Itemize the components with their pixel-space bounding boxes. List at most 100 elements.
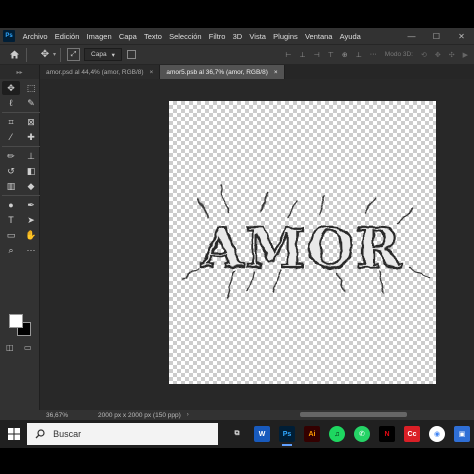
panel-grip[interactable]: ▸▸ bbox=[0, 65, 39, 79]
crop-tool-icon[interactable]: ⌗ bbox=[2, 115, 20, 129]
menu-plugins[interactable]: Plugins bbox=[270, 32, 302, 41]
align-middle-icon[interactable]: ⊕ bbox=[342, 51, 348, 59]
netflix-glyph: N bbox=[379, 426, 395, 442]
move-tool-icon[interactable]: ✥ bbox=[2, 81, 20, 95]
document-tabs: amor.psd al 44,4% (amor, RGB/8) × amor5.… bbox=[40, 65, 474, 79]
quick-mask-icon[interactable]: ◫ bbox=[6, 343, 14, 352]
chrome-glyph: ◉ bbox=[429, 426, 445, 442]
menu-archivo[interactable]: Archivo bbox=[19, 32, 51, 41]
eraser-tool-icon[interactable]: ◧ bbox=[22, 164, 40, 178]
align-left-icon[interactable]: ⊢ bbox=[285, 51, 291, 59]
menu-filtro[interactable]: Filtro bbox=[205, 32, 229, 41]
document-canvas[interactable]: AMOR bbox=[169, 101, 436, 384]
align-center-icon[interactable]: ⊥ bbox=[299, 51, 305, 59]
transform-controls-checkbox[interactable] bbox=[126, 50, 136, 59]
photoshop-icon[interactable]: Ps bbox=[275, 422, 299, 446]
auto-select-icon[interactable]: ⤢ bbox=[67, 48, 81, 61]
dodge-tool-icon[interactable]: ● bbox=[2, 198, 20, 212]
align-right-icon[interactable]: ⊣ bbox=[314, 51, 320, 59]
illustrator-icon[interactable]: Ai bbox=[300, 422, 324, 446]
path-select-tool-icon[interactable]: ➤ bbox=[22, 213, 40, 227]
word-icon[interactable]: W bbox=[250, 422, 274, 446]
minimize-button[interactable]: — bbox=[399, 32, 424, 41]
windows-logo-icon bbox=[7, 428, 20, 440]
color-swatches[interactable] bbox=[9, 314, 33, 338]
menu-bar: Ps Archivo Edición Imagen Capa Texto Sel… bbox=[0, 28, 474, 44]
gradient-tool-icon[interactable]: ▥ bbox=[2, 179, 20, 193]
3d-pan-icon: ✥ bbox=[434, 51, 441, 59]
menu-capa[interactable]: Capa bbox=[115, 32, 140, 41]
menu-texto[interactable]: Texto bbox=[140, 32, 165, 41]
tab-amor5-psb[interactable]: amor5.psb al 36,7% (amor, RGB/8) × bbox=[160, 65, 285, 79]
blur-tool-icon[interactable]: ◆ bbox=[22, 179, 40, 193]
whatsapp-icon[interactable]: ✆ bbox=[350, 422, 374, 446]
adobe-cc-glyph: Cc bbox=[404, 426, 420, 442]
stamp-tool-icon[interactable]: ⊥ bbox=[22, 149, 40, 163]
eyedropper-tool-icon[interactable]: ⁄ bbox=[2, 130, 20, 144]
3d-orbit-icon: ⟲ bbox=[420, 51, 427, 59]
screen-mode-icon[interactable]: ▭ bbox=[24, 343, 32, 352]
pen-tool-icon[interactable]: ✒ bbox=[22, 198, 40, 212]
chevron-down-icon[interactable]: ▾ bbox=[53, 51, 56, 58]
auto-select-layer-dropdown[interactable]: Capa ▾ bbox=[84, 48, 122, 61]
spotify-glyph: ♫ bbox=[329, 426, 345, 442]
top-black-band bbox=[0, 0, 474, 28]
chrome-icon[interactable]: ◉ bbox=[425, 422, 449, 446]
tools-panel: ▸▸ ✥ ⬚ ℓ ✎ ⌗ ⊠ ⁄ ✚ ✏ ⊥ ↺ ◧ ▥ ◆ ● ✒ T ➤ ▭ ✋ ⌕ ··· ◫ ▭ bbox=[0, 65, 40, 412]
windows-taskbar: Buscar ⧉ W Ps Ai ♫ ✆ N Cc ◉ ▣ bbox=[0, 420, 474, 448]
zoom-level[interactable]: 36,67% bbox=[46, 412, 90, 419]
tab-amor-psd[interactable]: amor.psd al 44,4% (amor, RGB/8) × bbox=[40, 65, 161, 79]
align-bottom-icon[interactable]: ⊥ bbox=[356, 51, 362, 59]
workspace: AMOR bbox=[40, 79, 474, 412]
divider bbox=[2, 195, 40, 196]
menu-imagen[interactable]: Imagen bbox=[83, 32, 115, 41]
zoom-tool-icon[interactable]: ⌕ bbox=[2, 243, 20, 257]
tab-label: amor5.psb al 36,7% (amor, RGB/8) bbox=[166, 68, 268, 76]
home-icon[interactable] bbox=[6, 47, 22, 63]
task-view-icon[interactable]: ⧉ bbox=[225, 422, 249, 446]
healing-tool-icon[interactable]: ✚ bbox=[22, 130, 40, 144]
horizontal-scrollbar[interactable] bbox=[300, 412, 407, 417]
edit-toolbar-icon[interactable]: ··· bbox=[22, 243, 40, 257]
taskbar-search[interactable]: Buscar bbox=[27, 423, 218, 445]
search-icon bbox=[35, 429, 45, 439]
menu-edicion[interactable]: Edición bbox=[51, 32, 83, 41]
close-icon[interactable]: × bbox=[274, 69, 278, 76]
menu-ventana[interactable]: Ventana bbox=[301, 32, 336, 41]
menu-3d[interactable]: 3D bbox=[229, 32, 246, 41]
menu-seleccion[interactable]: Selección bbox=[165, 32, 205, 41]
close-icon[interactable]: × bbox=[150, 69, 154, 76]
artwork-text: AMOR bbox=[200, 216, 403, 280]
netflix-icon[interactable]: N bbox=[375, 422, 399, 446]
windows-start-button[interactable] bbox=[0, 420, 27, 448]
foreground-color-swatch[interactable] bbox=[9, 314, 23, 328]
shape-tool-icon[interactable]: ▭ bbox=[2, 228, 20, 242]
marquee-tool-icon[interactable]: ⬚ bbox=[22, 81, 40, 95]
frame-tool-icon[interactable]: ⊠ bbox=[22, 115, 40, 129]
amor-artwork: AMOR bbox=[182, 186, 432, 298]
photos-icon[interactable]: ▣ bbox=[450, 422, 474, 446]
hand-tool-icon[interactable]: ✋ bbox=[22, 228, 40, 242]
whatsapp-glyph: ✆ bbox=[354, 426, 370, 442]
spotify-icon[interactable]: ♫ bbox=[325, 422, 349, 446]
history-brush-tool-icon[interactable]: ↺ bbox=[2, 164, 20, 178]
video-icon: ▶ bbox=[462, 51, 468, 59]
menu-ayuda[interactable]: Ayuda bbox=[336, 32, 364, 41]
bottom-black-band bbox=[0, 448, 474, 474]
quick-select-tool-icon[interactable]: ✎ bbox=[22, 96, 40, 110]
align-top-icon[interactable]: ⊤ bbox=[328, 51, 334, 59]
options-bar: ✥ ▾ ⤢ Capa ▾ ⊢ ⊥ ⊣ ⊤ ⊕ ⊥ ··· Modo 3D: ⟲ … bbox=[0, 44, 474, 65]
3d-slide-icon: ✣ bbox=[448, 51, 455, 59]
more-options-icon[interactable]: ··· bbox=[370, 51, 377, 58]
menu-vista[interactable]: Vista bbox=[246, 32, 270, 41]
close-window-button[interactable]: ✕ bbox=[449, 32, 474, 41]
word-glyph: W bbox=[254, 426, 270, 442]
maximize-button[interactable]: ☐ bbox=[424, 32, 449, 41]
lasso-tool-icon[interactable]: ℓ bbox=[2, 96, 20, 110]
type-tool-icon[interactable]: T bbox=[2, 213, 20, 227]
adobe-cc-icon[interactable]: Cc bbox=[400, 422, 424, 446]
brush-tool-icon[interactable]: ✏ bbox=[2, 149, 20, 163]
divider bbox=[60, 47, 62, 62]
move-icon[interactable]: ✥ bbox=[37, 47, 53, 63]
chevron-right-icon[interactable]: › bbox=[187, 412, 189, 418]
